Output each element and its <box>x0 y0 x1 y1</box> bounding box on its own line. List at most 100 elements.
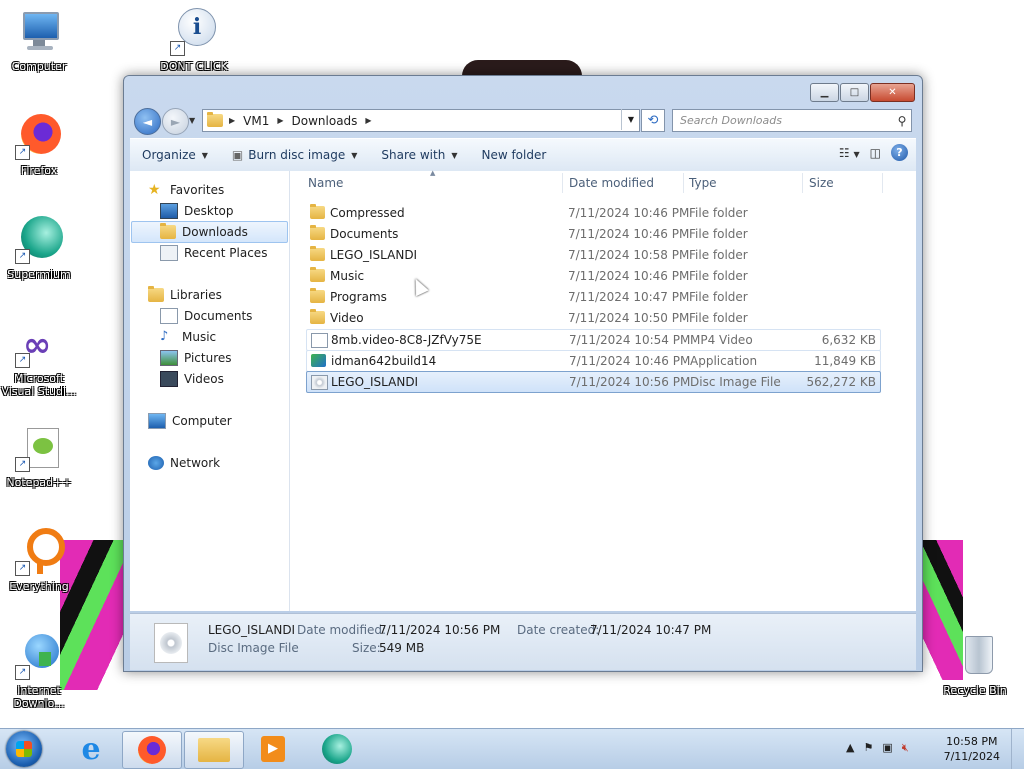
breadcrumb-separator-icon[interactable]: ▶ <box>365 116 371 125</box>
explorer-window: ▁ □ ✕ ◄ ► ▼ ▶ VM1 ▶ Downloads ▶ ▼ ⟲ Sear… <box>123 75 923 672</box>
breadcrumb-vm1[interactable]: VM1 <box>243 114 269 128</box>
start-button[interactable] <box>6 731 42 767</box>
column-header-type[interactable]: Type <box>689 171 799 195</box>
desktop-icon-label: Computer <box>11 60 67 73</box>
desktop-icon-computer[interactable]: Computer <box>1 8 77 73</box>
column-header-size[interactable]: Size <box>809 171 879 195</box>
file-row[interactable]: LEGO_ISLANDI 7/11/2024 10:58 PM File fol… <box>306 245 879 265</box>
forward-button[interactable]: ► <box>162 108 189 135</box>
network-status-icon[interactable]: ▣ <box>882 741 892 755</box>
file-row[interactable]: Programs 7/11/2024 10:47 PM File folder <box>306 287 879 307</box>
action-center-flag-icon[interactable]: ⚑ <box>863 741 873 755</box>
column-header-date[interactable]: Date modified <box>569 171 681 195</box>
help-icon: ? <box>896 146 903 159</box>
nav-network[interactable]: Network <box>148 453 286 473</box>
desktop-icon-everything[interactable]: ↗ Everything <box>1 528 77 593</box>
nav-libraries[interactable]: Libraries <box>148 285 286 305</box>
column-size-label: Size <box>809 176 834 190</box>
refresh-button[interactable]: ⟲ <box>641 109 665 132</box>
desktop-icon-firefox[interactable]: ↗ Firefox <box>1 112 77 177</box>
nav-music-label: Music <box>182 330 217 344</box>
breadcrumb-separator-icon[interactable]: ▶ <box>229 116 235 125</box>
preview-pane-button[interactable]: ◫ <box>870 146 881 160</box>
change-view-button[interactable]: ☷ ▼ <box>839 146 860 160</box>
file-type: File folder <box>689 248 748 262</box>
nav-favorites[interactable]: ★ Favorites <box>148 180 286 200</box>
desktop-icon-visual-studio[interactable]: ∞ ↗ Microsoft Visual Studi... <box>1 320 77 398</box>
supermium-icon <box>322 734 352 764</box>
nav-music[interactable]: ♪ Music <box>160 327 286 347</box>
minimize-button[interactable]: ▁ <box>810 83 839 102</box>
shortcut-arrow-icon: ↗ <box>15 249 30 264</box>
nav-computer[interactable]: Computer <box>148 411 286 431</box>
nav-downloads-label: Downloads <box>182 225 248 239</box>
address-bar[interactable]: ▶ VM1 ▶ Downloads ▶ ▼ <box>202 109 640 132</box>
file-row[interactable]: Documents 7/11/2024 10:46 PM File folder <box>306 224 879 244</box>
close-button[interactable]: ✕ <box>870 83 915 102</box>
forward-arrow-icon: ► <box>170 114 181 129</box>
share-with-button[interactable]: Share with ▼ <box>369 139 469 171</box>
file-size: 6,632 KB <box>821 333 876 347</box>
file-row[interactable]: Video 7/11/2024 10:50 PM File folder <box>306 308 879 328</box>
new-folder-button[interactable]: New folder <box>469 139 558 171</box>
back-button[interactable]: ◄ <box>134 108 161 135</box>
downloads-folder-icon <box>160 223 176 239</box>
shortcut-arrow-icon: ↗ <box>15 145 30 160</box>
nav-desktop[interactable]: Desktop <box>160 201 286 221</box>
file-row[interactable]: Compressed 7/11/2024 10:46 PM File folde… <box>306 203 879 223</box>
column-divider[interactable] <box>882 173 883 193</box>
file-row[interactable]: Music 7/11/2024 10:46 PM File folder <box>306 266 879 286</box>
file-row-selected[interactable]: LEGO_ISLANDI 7/11/2024 10:56 PM Disc Ima… <box>306 371 881 393</box>
desktop-icon-notepad-plus-plus[interactable]: ↗ Notepad++ <box>1 424 77 489</box>
media-player-icon: ▶ <box>261 736 285 762</box>
address-dropdown-button[interactable]: ▼ <box>621 109 640 130</box>
command-bar: Organize ▼ ▣ Burn disc image ▼ Share with ▼ … <box>130 138 916 172</box>
desktop-icon-internet-download-manager[interactable]: ↗ Internet Downlo... <box>1 632 77 710</box>
recent-pages-dropdown[interactable]: ▼ <box>189 116 195 125</box>
taskbar-firefox[interactable] <box>122 731 182 769</box>
burn-disc-image-button[interactable]: ▣ Burn disc image ▼ <box>220 139 369 171</box>
breadcrumb-separator-icon[interactable]: ▶ <box>277 116 283 125</box>
column-divider[interactable] <box>802 173 803 193</box>
file-type: MP4 Video <box>690 333 753 347</box>
column-header-name[interactable]: Name <box>308 171 558 195</box>
nav-documents[interactable]: Documents <box>160 306 286 326</box>
file-row[interactable]: 8mb.video-8C8-JZfVy75E 7/11/2024 10:54 P… <box>306 329 881 351</box>
taskbar-internet-explorer[interactable]: e <box>62 731 120 767</box>
shortcut-arrow-icon: ↗ <box>15 457 30 472</box>
maximize-button[interactable]: □ <box>840 83 869 102</box>
breadcrumb-downloads[interactable]: Downloads <box>292 114 358 128</box>
search-box[interactable]: Search Downloads ⚲ <box>672 109 912 132</box>
notification-area: ▲ ⚑ ▣ 🔇︎ <box>846 741 909 755</box>
nav-pictures[interactable]: Pictures <box>160 348 286 368</box>
disc-burn-icon: ▣ <box>231 148 244 162</box>
file-row[interactable]: idman642build14 7/11/2024 10:46 PM Appli… <box>306 350 881 372</box>
column-divider[interactable] <box>683 173 684 193</box>
taskbar-media-player[interactable]: ▶ <box>244 731 302 767</box>
file-type: Disc Image File <box>690 375 781 389</box>
wallpaper-dark-blob <box>462 60 582 76</box>
taskbar-supermium[interactable] <box>308 731 366 767</box>
explorer-body: ★ Favorites Desktop Downloads Recent Pla… <box>130 169 916 611</box>
folder-icon <box>310 267 325 282</box>
desktop-icon-supermium[interactable]: ↗ Supermium <box>1 216 77 281</box>
desktop-icon-dont-click[interactable]: i ↗ DONT CLICK <box>156 8 232 73</box>
system-clock[interactable]: 10:58 PM 7/11/2024 <box>944 734 1000 764</box>
search-input[interactable]: Search Downloads <box>673 114 893 127</box>
shortcut-arrow-icon: ↗ <box>15 353 30 368</box>
desktop-icon-recycle-bin[interactable]: Recycle Bin <box>937 632 1013 697</box>
volume-muted-icon[interactable]: 🔇︎ <box>902 741 909 755</box>
documents-icon <box>160 308 178 324</box>
column-divider[interactable] <box>562 173 563 193</box>
show-hidden-icons-button[interactable]: ▲ <box>846 741 854 755</box>
nav-downloads[interactable]: Downloads <box>131 221 288 243</box>
taskbar-windows-explorer[interactable] <box>184 731 244 769</box>
nav-videos[interactable]: Videos <box>160 369 286 389</box>
nav-recent-places[interactable]: Recent Places <box>160 243 286 263</box>
help-button[interactable]: ? <box>891 144 908 161</box>
organize-button[interactable]: Organize ▼ <box>130 139 220 171</box>
show-desktop-button[interactable] <box>1011 729 1024 769</box>
details-date-modified-value: 7/11/2024 10:56 PM <box>379 623 501 637</box>
desktop-icon-label: Internet Downlo... <box>13 684 65 710</box>
file-date: 7/11/2024 10:46 PM <box>569 354 691 368</box>
